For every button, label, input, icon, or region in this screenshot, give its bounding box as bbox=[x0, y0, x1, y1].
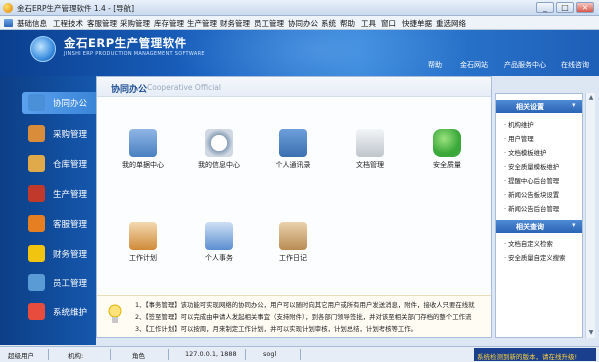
link-news-settings[interactable]: · 新闻公告板块设置 bbox=[504, 190, 559, 199]
window-title: 金石ERP生产管理软件 1.4 - [导航] bbox=[17, 4, 135, 13]
system-maintenance-icon bbox=[28, 303, 45, 320]
title-bar: 金石ERP生产管理软件 1.4 - [导航] _ □ × bbox=[0, 0, 599, 16]
module-document-center[interactable]: 我的单据中心 bbox=[113, 129, 173, 181]
lightbulb-icon bbox=[108, 304, 122, 323]
section-settings-header[interactable]: 相关设置 ▾ bbox=[496, 100, 582, 113]
chevron-down-icon: ▾ bbox=[572, 101, 576, 109]
purchase-icon bbox=[28, 125, 45, 142]
menu-inventory[interactable]: 库存管理 bbox=[154, 18, 184, 29]
header-banner: 金石ERP生产管理软件 JINSHI ERP PRODUCTION MANAGE… bbox=[0, 30, 599, 76]
brand-tagline: JINSHI ERP PRODUCTION MANAGEMENT SOFTWAR… bbox=[64, 51, 205, 57]
notice-line-2: 2、【签至管理】可以完成由申请人发起相关事宜（支持附件），到各部门领导签批，并对… bbox=[135, 313, 472, 321]
status-ip: 127.0.0.1, 1888 bbox=[185, 350, 237, 358]
status-org: 机构: bbox=[68, 352, 84, 360]
module-safety-quality[interactable]: 安全质量 bbox=[417, 129, 477, 181]
chevron-down-icon: ▾ bbox=[572, 221, 576, 229]
menu-window[interactable]: 窗口 bbox=[381, 18, 396, 29]
page-subtitle: Cooperative Official bbox=[147, 83, 221, 92]
menu-basic-info[interactable]: 基础信息 bbox=[17, 18, 47, 29]
update-notice[interactable]: 系统检测到新的版本，请在线升级! bbox=[474, 348, 596, 361]
notice-panel: 1、【事务管理】该功能可实现网络的协同办公，用户可以随时向其它用户或所有用户发送… bbox=[97, 295, 491, 337]
module-personal-affairs[interactable]: 个人事务 bbox=[189, 222, 249, 274]
sidebar-item-warehouse[interactable]: 仓库管理 bbox=[28, 153, 96, 175]
module-message-center[interactable]: 我的信息中心 bbox=[189, 129, 249, 181]
status-user: 超级用户 bbox=[8, 352, 34, 360]
menu-production[interactable]: 生产管理 bbox=[187, 18, 217, 29]
link-org-maintenance[interactable]: · 机构维护 bbox=[504, 120, 534, 129]
notice-line-3: 3、【工作计划】可以按周，月来制定工作计划，并可以实现计划审核，计划总结，计划考… bbox=[135, 325, 418, 333]
sidebar: 协同办公 采购管理 仓库管理 生产管理 客服管理 财务管理 员工管理 系统维护 bbox=[0, 76, 96, 345]
link-online-consult[interactable]: 在线咨询 bbox=[561, 60, 589, 70]
menu-customer-service[interactable]: 客服管理 bbox=[87, 18, 117, 29]
document-gear-icon bbox=[356, 129, 384, 157]
sidebar-item-finance[interactable]: 财务管理 bbox=[28, 243, 96, 265]
sidebar-item-production[interactable]: 生产管理 bbox=[28, 183, 96, 205]
finance-icon bbox=[28, 245, 45, 262]
status-db: sogl bbox=[263, 350, 277, 358]
scroll-up-icon[interactable]: ▲ bbox=[587, 94, 595, 102]
vertical-scrollbar[interactable]: ▲ ▼ bbox=[585, 93, 595, 338]
close-button[interactable]: × bbox=[576, 2, 594, 13]
section-query-header[interactable]: 相关查询 ▾ bbox=[496, 220, 582, 233]
brand-name: 金石ERP生产管理软件 bbox=[64, 36, 187, 50]
app-logo-icon bbox=[3, 3, 13, 13]
module-document-management[interactable]: 文档管理 bbox=[340, 129, 400, 181]
module-work-plan[interactable]: 工作计划 bbox=[113, 222, 173, 274]
menu-reselect-network[interactable]: 重选网络 bbox=[436, 18, 466, 29]
link-doc-search[interactable]: · 文档自定义检索 bbox=[504, 239, 553, 248]
calendar-icon bbox=[129, 222, 157, 250]
menu-collaboration[interactable]: 协同办公 bbox=[288, 18, 318, 29]
module-address-book[interactable]: 个人通讯录 bbox=[263, 129, 323, 181]
module-work-diary[interactable]: 工作日记 bbox=[263, 222, 323, 274]
notice-line-1: 1、【事务管理】该功能可实现网络的协同办公，用户可以随时向其它用户或所有用户发送… bbox=[135, 301, 475, 309]
menu-system[interactable]: 系统 bbox=[321, 18, 336, 29]
link-doc-template[interactable]: · 文档模板维护 bbox=[504, 148, 546, 157]
sidebar-item-collaboration[interactable]: 协同办公 bbox=[22, 92, 96, 114]
link-reminder-admin[interactable]: · 提醒中心后台管理 bbox=[504, 176, 559, 185]
status-bar: 超级用户 机构: 角色 127.0.0.1, 1888 sogl 系统检测到新的… bbox=[0, 346, 599, 362]
maximize-button[interactable]: □ bbox=[556, 2, 574, 13]
link-safety-template[interactable]: · 安全质量模板维护 bbox=[504, 162, 559, 171]
brand-logo-icon bbox=[30, 36, 56, 62]
clock-message-icon bbox=[205, 129, 233, 157]
link-user-management[interactable]: · 用户管理 bbox=[504, 134, 534, 143]
scroll-down-icon[interactable]: ▼ bbox=[587, 329, 595, 337]
menu-bar: 基础信息 工程技术 客服管理 采购管理 库存管理 生产管理 财务管理 员工管理 … bbox=[0, 16, 599, 30]
diary-icon bbox=[279, 222, 307, 250]
notepad-pen-icon bbox=[205, 222, 233, 250]
page-title: 协同办公 bbox=[111, 85, 148, 95]
sidebar-item-purchase[interactable]: 采购管理 bbox=[28, 123, 96, 145]
menu-engineering[interactable]: 工程技术 bbox=[53, 18, 83, 29]
shield-check-icon bbox=[433, 129, 461, 157]
sidebar-item-staff[interactable]: 员工管理 bbox=[28, 272, 96, 294]
main-header: 协同办公 Cooperative Official bbox=[97, 77, 491, 97]
warehouse-icon bbox=[28, 155, 45, 172]
link-news-admin[interactable]: · 新闻公告后台管理 bbox=[504, 204, 559, 213]
menu-staff[interactable]: 员工管理 bbox=[254, 18, 284, 29]
link-service-center[interactable]: 产品服务中心 bbox=[504, 60, 546, 70]
minimize-button[interactable]: _ bbox=[536, 2, 554, 13]
menu-purchase[interactable]: 采购管理 bbox=[120, 18, 150, 29]
link-help[interactable]: 帮助 bbox=[428, 60, 442, 70]
customer-service-icon bbox=[28, 215, 45, 232]
sidebar-item-system-maintenance[interactable]: 系统维护 bbox=[28, 301, 96, 323]
document-center-icon bbox=[129, 129, 157, 157]
production-icon bbox=[28, 185, 45, 202]
menu-tools[interactable]: 工具 bbox=[361, 18, 376, 29]
address-book-icon bbox=[279, 129, 307, 157]
link-safety-search[interactable]: · 安全质量自定义搜索 bbox=[504, 253, 566, 262]
main-panel: 协同办公 Cooperative Official 我的单据中心 我的信息中心 … bbox=[96, 76, 492, 338]
menu-help[interactable]: 帮助 bbox=[340, 18, 355, 29]
menu-finance[interactable]: 财务管理 bbox=[220, 18, 250, 29]
status-role: 角色 bbox=[132, 352, 145, 360]
menu-app-icon bbox=[4, 19, 13, 27]
collaboration-icon bbox=[28, 94, 45, 111]
menu-quick-docs[interactable]: 快捷单据 bbox=[402, 18, 432, 29]
staff-icon bbox=[28, 274, 45, 291]
link-website[interactable]: 金石网站 bbox=[460, 60, 488, 70]
related-panel: 相关设置 ▾ · 机构维护 · 用户管理 · 文档模板维护 · 安全质量模板维护… bbox=[495, 93, 583, 338]
module-grid: 我的单据中心 我的信息中心 个人通讯录 文档管理 安全质量 工作计划 个人事务 bbox=[97, 97, 491, 295]
sidebar-item-customer-service[interactable]: 客服管理 bbox=[28, 213, 96, 235]
